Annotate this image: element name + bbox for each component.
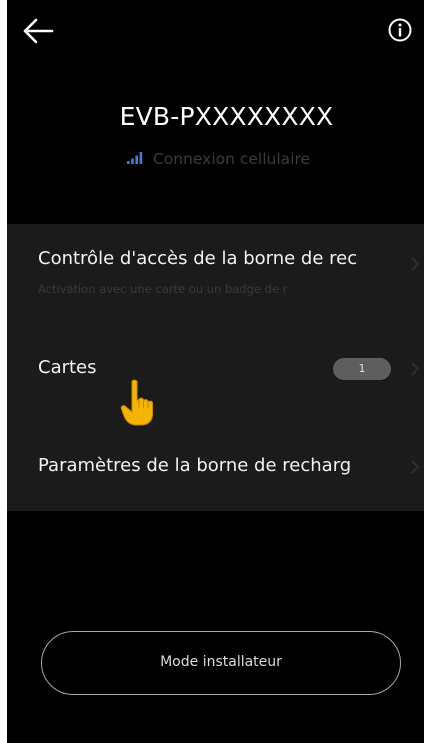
chevron-right-icon xyxy=(411,460,420,474)
settings-panel: Contrôle d'accès de la borne de rec Acti… xyxy=(7,224,424,511)
app-screen: EVB-PXXXXXXXX Connexion cellulaire Contr… xyxy=(7,0,424,743)
charger-parameters-title: Paramètres de la borne de recharg xyxy=(38,455,352,476)
access-control-subtitle: Activation avec une carte ou un badge de… xyxy=(38,282,288,296)
settings-item-cards[interactable]: Cartes 1 xyxy=(7,342,424,392)
signal-bars-icon xyxy=(126,151,143,164)
chevron-right-icon xyxy=(411,362,420,376)
device-name: EVB-PXXXXXXXX xyxy=(119,102,334,131)
access-control-title: Contrôle d'accès de la borne de rec xyxy=(38,248,358,269)
back-button[interactable] xyxy=(21,14,55,48)
connection-status: Connexion cellulaire xyxy=(7,150,424,168)
settings-item-charger-parameters[interactable]: Paramètres de la borne de recharg xyxy=(7,439,424,489)
installer-mode-button[interactable]: Mode installateur xyxy=(41,631,401,695)
arrow-left-icon xyxy=(23,18,54,44)
cards-count-badge: 1 xyxy=(333,358,391,380)
pointing-hand-icon xyxy=(120,379,153,426)
info-circle-icon xyxy=(388,18,412,42)
info-button[interactable] xyxy=(386,16,414,44)
settings-item-access-control[interactable]: Contrôle d'accès de la borne de rec Acti… xyxy=(7,224,424,320)
connection-label: Connexion cellulaire xyxy=(152,150,311,168)
chevron-right-icon xyxy=(411,257,420,271)
top-bar xyxy=(7,0,424,60)
